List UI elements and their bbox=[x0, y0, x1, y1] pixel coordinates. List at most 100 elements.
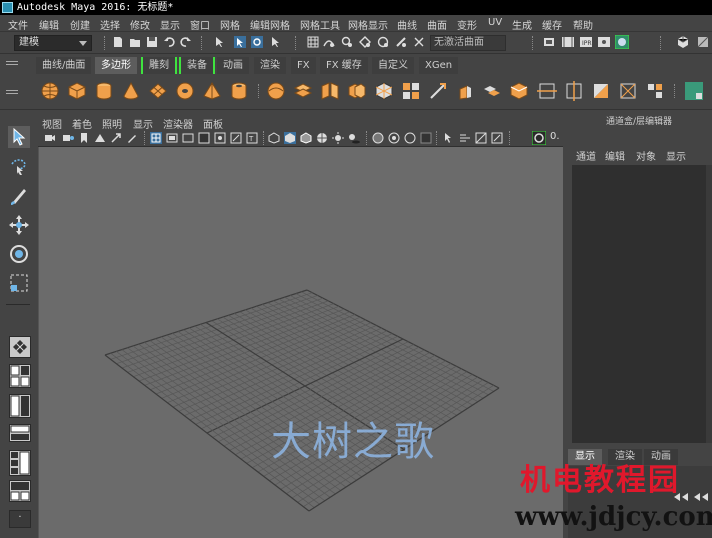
ipr-render-icon[interactable]: IPR bbox=[580, 36, 592, 48]
multisample-aa-icon[interactable] bbox=[475, 132, 487, 144]
insert-edge-loop-icon[interactable] bbox=[564, 81, 584, 101]
shelf-tab-custom[interactable]: 自定义 bbox=[372, 57, 414, 74]
select-object-icon[interactable] bbox=[234, 36, 246, 48]
sidebar-toggle-icon[interactable] bbox=[676, 35, 690, 49]
redo-icon[interactable] bbox=[180, 36, 192, 48]
menu-edit[interactable]: 编辑 bbox=[39, 17, 59, 32]
film-gate-icon[interactable] bbox=[166, 132, 178, 144]
shelf-tab-fx-caching[interactable]: FX 缓存 bbox=[320, 57, 368, 74]
new-scene-icon[interactable] bbox=[112, 36, 124, 48]
isolate-select-icon[interactable] bbox=[443, 132, 455, 144]
grease-pencil-icon[interactable] bbox=[126, 132, 138, 144]
snap-to-view-plane-icon[interactable] bbox=[359, 36, 371, 48]
save-scene-icon[interactable] bbox=[146, 36, 158, 48]
poly-sphere-icon[interactable] bbox=[40, 81, 60, 101]
layout-more-button[interactable]: · bbox=[9, 510, 31, 528]
smooth-shade-icon[interactable] bbox=[284, 132, 296, 144]
poly-plane-icon[interactable] bbox=[148, 81, 168, 101]
menu-edit-mesh[interactable]: 编辑网格 bbox=[250, 17, 290, 32]
single-perspective-layout-button[interactable] bbox=[9, 336, 31, 358]
gamma-field[interactable]: 0. bbox=[550, 131, 560, 142]
menu-create[interactable]: 创建 bbox=[70, 17, 90, 32]
shelf-tab-sculpting[interactable]: 雕刻 bbox=[141, 57, 177, 74]
menu-windows[interactable]: 窗口 bbox=[190, 17, 210, 32]
wireframe-icon[interactable] bbox=[268, 132, 280, 144]
select-component-icon[interactable] bbox=[251, 36, 263, 48]
channel-menu-object[interactable]: 对象 bbox=[636, 148, 656, 163]
shelf-tab-fx[interactable]: FX bbox=[291, 57, 316, 74]
poly-cylinder-icon[interactable] bbox=[94, 81, 114, 101]
scale-tool-icon[interactable] bbox=[8, 272, 30, 294]
xray-icon[interactable] bbox=[372, 132, 384, 144]
menu-curves[interactable]: 曲线 bbox=[397, 17, 417, 32]
render-current-frame-icon[interactable] bbox=[562, 36, 574, 48]
poly-torus-icon[interactable] bbox=[175, 81, 195, 101]
snap-to-vertex-icon[interactable] bbox=[413, 36, 425, 48]
snap-to-surface-icon[interactable] bbox=[377, 36, 389, 48]
ambient-occlusion-icon[interactable] bbox=[420, 132, 432, 144]
shelf-tab-rigging[interactable]: 装备 bbox=[179, 57, 215, 74]
select-hierarchy-icon[interactable] bbox=[214, 36, 226, 48]
menu-cache[interactable]: 缓存 bbox=[542, 17, 562, 32]
select-camera-icon[interactable] bbox=[44, 132, 56, 144]
field-chart-icon[interactable] bbox=[214, 132, 226, 144]
image-plane-icon[interactable] bbox=[94, 132, 106, 144]
poly-pyramid-icon[interactable] bbox=[202, 81, 222, 101]
wireframe-on-shaded-icon[interactable] bbox=[300, 132, 312, 144]
render-view-icon[interactable] bbox=[543, 36, 555, 48]
hypershade-icon[interactable] bbox=[615, 35, 629, 49]
depth-of-field-icon[interactable] bbox=[491, 132, 503, 144]
camera-attributes-icon[interactable] bbox=[62, 132, 74, 144]
menu-help[interactable]: 帮助 bbox=[573, 17, 593, 32]
2d-pan-zoom-icon[interactable] bbox=[110, 132, 122, 144]
shelf-tab-animation[interactable]: 动画 bbox=[217, 57, 249, 74]
resolution-gate-icon[interactable] bbox=[182, 132, 194, 144]
motion-blur-icon[interactable] bbox=[459, 132, 471, 144]
menu-uv[interactable]: UV bbox=[488, 17, 502, 28]
menu-surfaces[interactable]: 曲面 bbox=[427, 17, 447, 32]
grid-toggle-icon[interactable] bbox=[150, 132, 162, 144]
reduce-icon[interactable] bbox=[401, 81, 421, 101]
snap-to-grid-icon[interactable] bbox=[307, 36, 319, 48]
shelf-tab-curves-surfaces[interactable]: 曲线/曲面 bbox=[36, 57, 92, 74]
safe-action-icon[interactable] bbox=[230, 132, 242, 144]
menu-display[interactable]: 显示 bbox=[160, 17, 180, 32]
textured-icon[interactable] bbox=[316, 132, 328, 144]
menu-file[interactable]: 文件 bbox=[8, 17, 28, 32]
shelf-tab-rendering[interactable]: 渲染 bbox=[254, 57, 286, 74]
live-surface-field[interactable]: 无激活曲面 bbox=[430, 35, 506, 51]
shelf-tab-xgen[interactable]: XGen bbox=[419, 57, 459, 74]
menu-select[interactable]: 选择 bbox=[100, 17, 120, 32]
poly-cone-icon[interactable] bbox=[121, 81, 141, 101]
poly-cube-icon[interactable] bbox=[67, 81, 87, 101]
side-by-side-layout-button[interactable] bbox=[9, 394, 31, 418]
shadows-icon[interactable] bbox=[348, 132, 360, 144]
channel-scrollbar[interactable] bbox=[706, 165, 712, 443]
fill-hole-icon[interactable] bbox=[645, 81, 665, 101]
separate-icon[interactable] bbox=[293, 81, 313, 101]
move-tool-icon[interactable] bbox=[8, 214, 30, 236]
mirror-icon[interactable] bbox=[428, 81, 448, 101]
shelf-menu-handle-icon[interactable] bbox=[6, 61, 18, 65]
xray-joints-icon[interactable] bbox=[388, 132, 400, 144]
menu-mesh[interactable]: 网格 bbox=[220, 17, 240, 32]
channel-list[interactable] bbox=[572, 165, 712, 443]
render-settings-icon[interactable] bbox=[598, 36, 610, 48]
merge-icon[interactable] bbox=[618, 81, 638, 101]
shelf-tab-polygons[interactable]: 多边形 bbox=[95, 57, 137, 74]
menu-set-selector[interactable]: 建模 bbox=[14, 35, 92, 51]
snap-to-point-icon[interactable] bbox=[341, 36, 353, 48]
shelf-options-icon[interactable] bbox=[6, 90, 18, 94]
persp-outliner-layout-button[interactable] bbox=[9, 424, 31, 442]
open-scene-icon[interactable] bbox=[129, 36, 141, 48]
perspective-viewport[interactable]: 大树之歌 bbox=[38, 147, 563, 538]
make-live-icon[interactable] bbox=[395, 36, 407, 48]
channel-menu-edit[interactable]: 编辑 bbox=[605, 148, 625, 163]
menu-generate[interactable]: 生成 bbox=[512, 17, 532, 32]
channel-menu-show[interactable]: 显示 bbox=[666, 148, 686, 163]
paint-select-tool-icon[interactable] bbox=[8, 185, 30, 207]
component-mode-icon[interactable] bbox=[270, 36, 282, 48]
gate-mask-icon[interactable] bbox=[198, 132, 210, 144]
lasso-tool-icon[interactable] bbox=[8, 156, 30, 178]
menu-deform[interactable]: 变形 bbox=[457, 17, 477, 32]
